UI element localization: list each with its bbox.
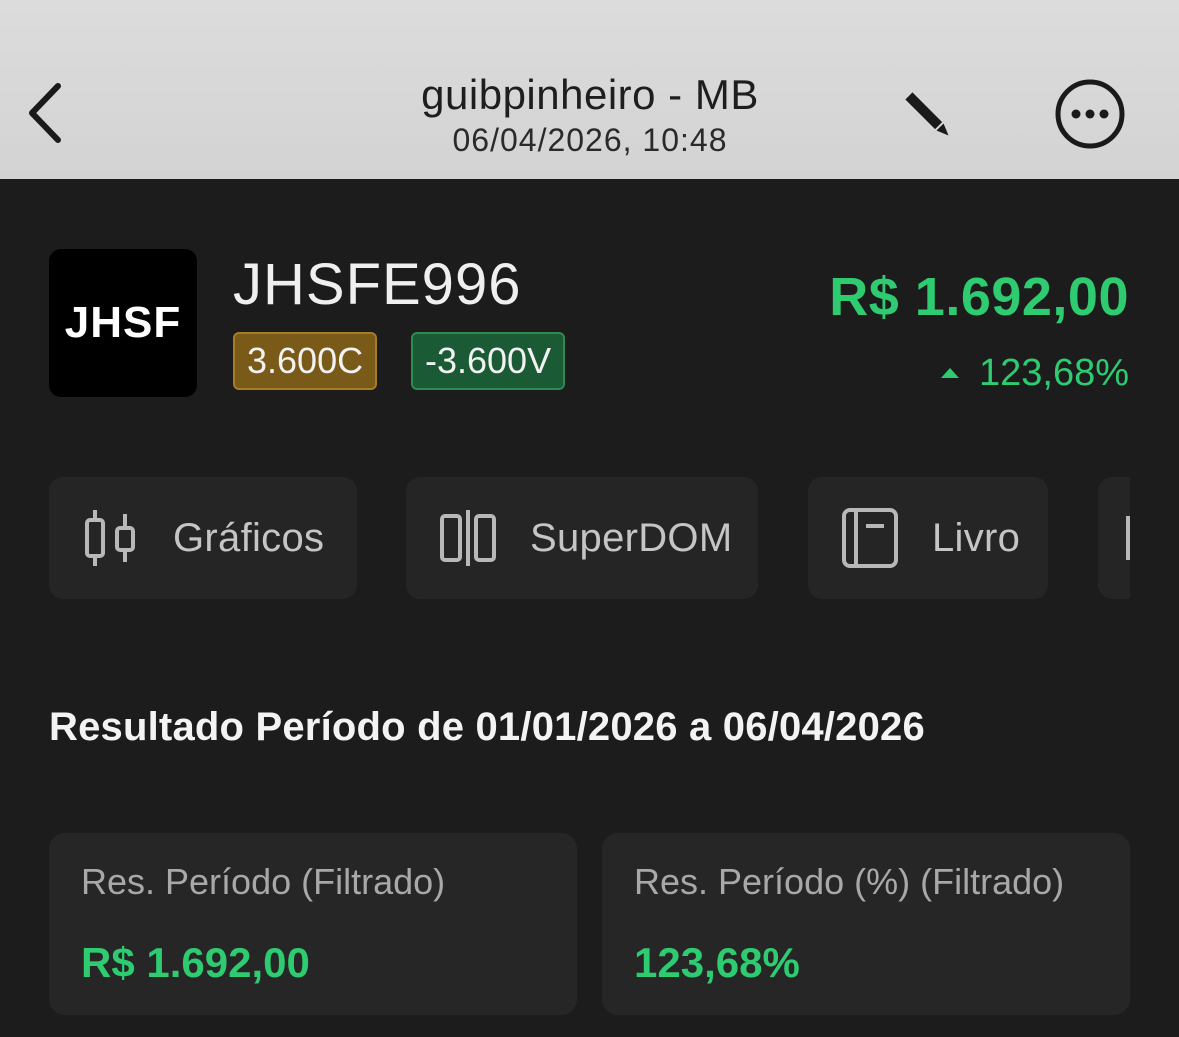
tool-tabs: Gráficos SuperDOM Livro [49,477,1130,599]
chevron-left-icon [29,83,61,143]
header-titles: guibpinheiro - MB 06/04/2026, 10:48 [290,72,890,160]
top-header: guibpinheiro - MB 06/04/2026, 10:48 [0,0,1179,179]
more-options-button[interactable] [1052,76,1128,152]
partially-visible-tab-icon [1126,516,1130,560]
sell-quantity-badge: -3.600V [411,332,566,390]
asset-change: 123,68% [940,350,1129,396]
tab-graficos[interactable]: Gráficos [49,477,357,599]
back-button[interactable] [22,78,72,148]
asset-logo: JHSF [49,249,197,397]
asset-price: R$ 1.692,00 [829,267,1129,327]
more-horizontal-circle-icon [1055,79,1125,149]
result-card-label: Res. Período (Filtrado) [81,861,446,902]
result-card-label: Res. Período (%) (Filtrado) [634,861,1065,902]
tab-livro[interactable]: Livro [808,477,1048,599]
tab-graficos-label: Gráficos [173,515,325,560]
result-card-value: R$ 1.692,00 [81,939,310,986]
tab-partially-visible[interactable] [1098,477,1130,599]
book-icon [842,508,898,568]
edit-button[interactable] [895,82,961,148]
candlestick-icon [85,510,135,566]
tab-superdom[interactable]: SuperDOM [406,477,758,599]
asset-change-value: 123,68% [978,352,1129,394]
app-screen: guibpinheiro - MB 06/04/2026, 10:48 JHSF… [0,0,1179,1037]
tab-livro-label: Livro [932,515,1021,560]
arrow-up-icon [940,368,959,378]
tab-superdom-label: SuperDOM [530,515,733,560]
asset-ticker: JHSFE996 [233,252,522,317]
result-period-title: Resultado Período de 01/01/2026 a 06/04/… [49,705,925,749]
buy-quantity-badge: 3.600C [233,332,378,390]
columns-icon [440,510,496,566]
page-title: guibpinheiro - MB [421,71,759,118]
result-card-value: 123,68% [634,939,800,986]
page-subtitle-datetime: 06/04/2026, 10:48 [452,122,728,158]
result-card-percent-filtered: Res. Período (%) (Filtrado) 123,68% [602,833,1130,1015]
result-card-filtered: Res. Período (Filtrado) R$ 1.692,00 [49,833,577,1015]
pencil-icon [905,92,949,136]
